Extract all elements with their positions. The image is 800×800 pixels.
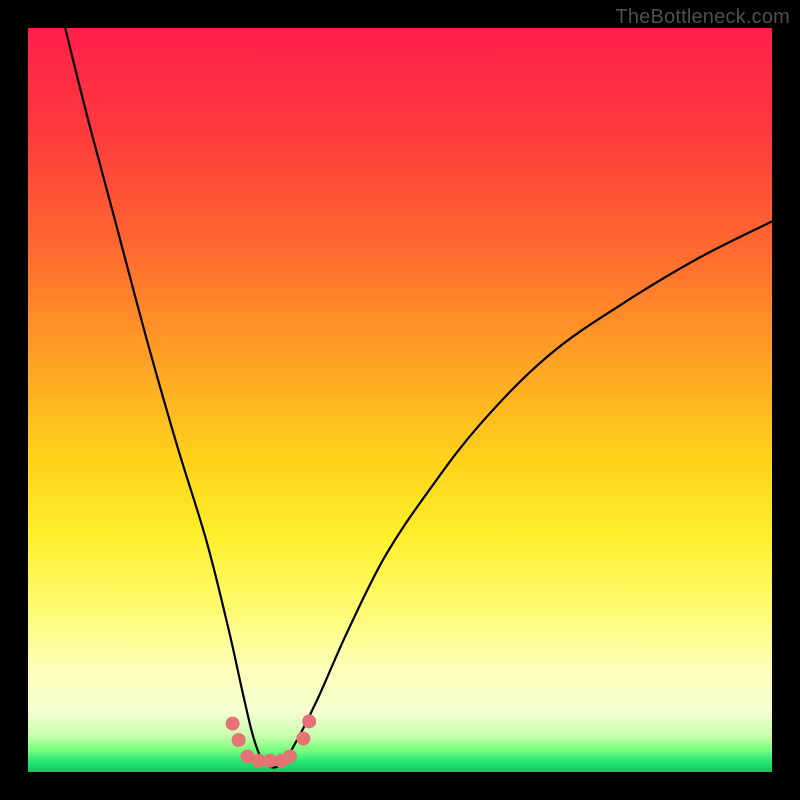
chart-svg bbox=[28, 28, 772, 772]
watermark-text: TheBottleneck.com bbox=[615, 6, 790, 29]
trough-dot bbox=[226, 717, 240, 731]
trough-dot bbox=[302, 714, 316, 728]
trough-dot bbox=[283, 749, 297, 763]
bottleneck-curve bbox=[65, 28, 772, 768]
chart-plot-area bbox=[28, 28, 772, 772]
chart-frame: TheBottleneck.com bbox=[0, 0, 800, 800]
trough-dot bbox=[232, 733, 246, 747]
trough-dot bbox=[296, 732, 310, 746]
trough-marker-group bbox=[226, 714, 317, 767]
